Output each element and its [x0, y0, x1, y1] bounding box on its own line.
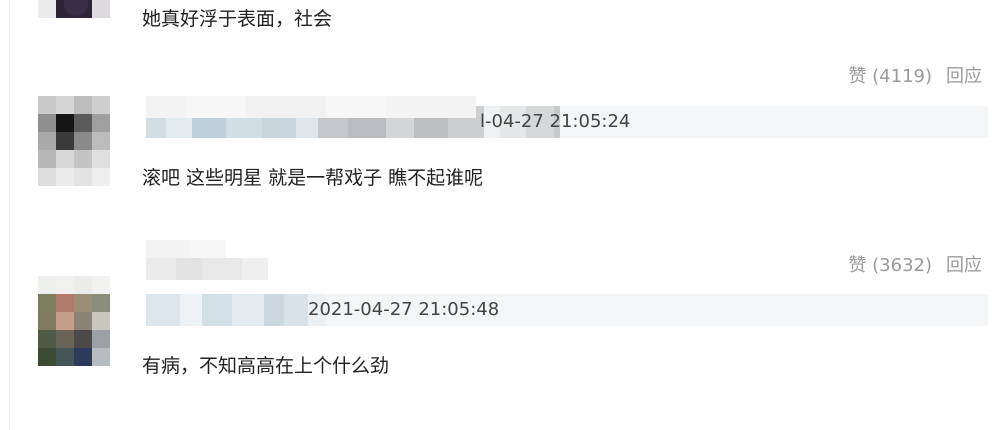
comment-timestamp: l-04-27 21:05:24 [480, 111, 631, 132]
comment-actions: 赞 (4119) 回应 [848, 66, 982, 88]
username-blurred[interactable] [146, 294, 326, 326]
comment-actions: 赞 (3632) 回应 [848, 255, 982, 277]
avatar[interactable] [38, 0, 110, 18]
avatar[interactable] [38, 96, 110, 186]
comment-text: 她真好浮于表面，社会 [142, 8, 333, 30]
blurred-snippet [146, 258, 268, 280]
comment-timestamp: 2021-04-27 21:05:48 [308, 299, 500, 320]
thread-left-border [9, 0, 10, 430]
comment-meta: 2021-04-27 21:05:48 [146, 294, 988, 326]
avatar[interactable] [38, 276, 110, 366]
like-button[interactable]: 赞 (4119) [848, 66, 932, 88]
reply-button[interactable]: 回应 [946, 66, 982, 88]
username-blur-top [146, 96, 476, 118]
like-button[interactable]: 赞 (3632) [848, 255, 932, 277]
reply-button[interactable]: 回应 [946, 255, 982, 277]
comment-text: 滚吧 这些明星 就是一帮戏子 瞧不起谁呢 [142, 167, 484, 189]
comment-text: 有病，不知高高在上个什么劲 [142, 355, 390, 377]
